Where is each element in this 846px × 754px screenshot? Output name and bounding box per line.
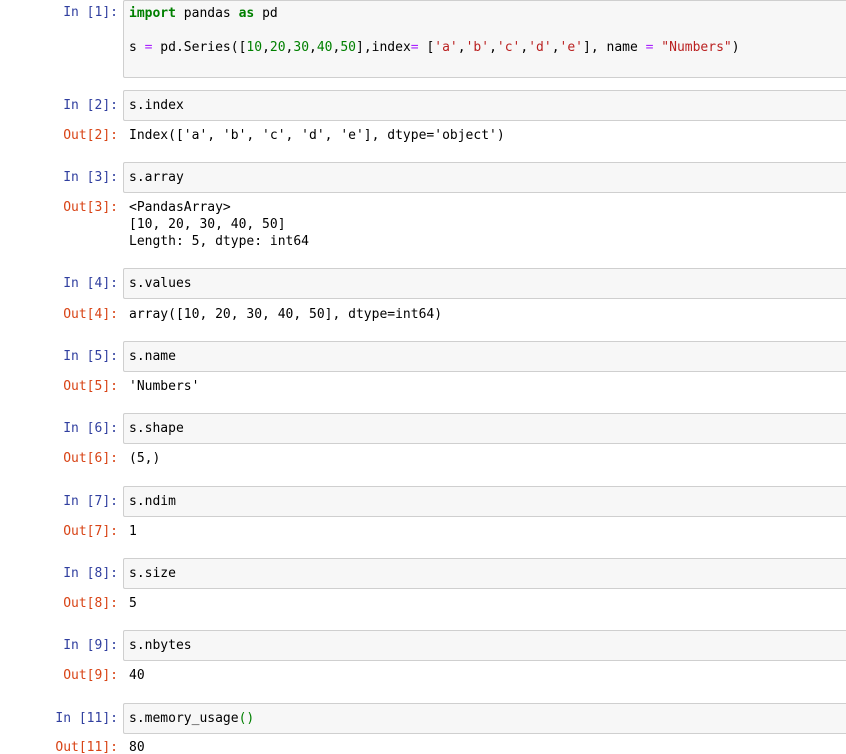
- code-line: s.array: [129, 170, 184, 185]
- code-line: s.ndim: [129, 494, 176, 509]
- code-input[interactable]: s.nbytes: [123, 630, 846, 661]
- input-prompt: In [11]:: [55, 711, 118, 726]
- input-prompt: In [3]:: [63, 170, 118, 185]
- output-text: Index(['a', 'b', 'c', 'd', 'e'], dtype='…: [129, 128, 505, 143]
- output-prompt: Out[11]:: [55, 740, 118, 754]
- output-text: 1: [129, 524, 137, 539]
- output-text: (5,): [129, 451, 161, 466]
- code-line: import pandas as pd: [129, 6, 278, 21]
- input-prompt: In [7]:: [63, 494, 118, 509]
- output-prompt: Out[4]:: [63, 307, 118, 322]
- code-input[interactable]: s.ndim: [123, 486, 846, 517]
- code-input[interactable]: s.name: [123, 341, 846, 372]
- code-input[interactable]: s.shape: [123, 413, 846, 444]
- input-prompt: In [1]:: [63, 5, 118, 20]
- code-input[interactable]: s.values: [123, 268, 846, 299]
- output-prompt: Out[2]:: [63, 128, 118, 143]
- code-line: s.index: [129, 98, 184, 113]
- output-text: 5: [129, 596, 137, 611]
- output-prompt: Out[9]:: [63, 668, 118, 683]
- output-prompt: Out[6]:: [63, 451, 118, 466]
- code-input[interactable]: import pandas as pd s = pd.Series([10,20…: [123, 0, 846, 78]
- input-prompt: In [4]:: [63, 276, 118, 291]
- code-line: s.size: [129, 566, 176, 581]
- input-prompt: In [2]:: [63, 98, 118, 113]
- code-line: s.shape: [129, 421, 184, 436]
- code-line: s = pd.Series([10,20,30,40,50],index= ['…: [129, 40, 740, 55]
- code-line: s.nbytes: [129, 638, 192, 653]
- output-text: 80: [129, 740, 145, 754]
- code-line: s.values: [129, 276, 192, 291]
- input-prompt: In [8]:: [63, 566, 118, 581]
- code-input[interactable]: s.size: [123, 558, 846, 589]
- output-text: <PandasArray> [10, 20, 30, 40, 50] Lengt…: [129, 200, 310, 249]
- input-prompt: In [6]:: [63, 421, 118, 436]
- output-text: 40: [129, 668, 145, 683]
- notebook: In [1]: import pandas as pd s = pd.Serie…: [0, 0, 846, 754]
- output-prompt: Out[7]:: [63, 524, 118, 539]
- output-text: array([10, 20, 30, 40, 50], dtype=int64): [129, 307, 443, 322]
- code-input[interactable]: s.memory_usage(): [123, 703, 846, 734]
- code-line: s.memory_usage(): [129, 711, 255, 726]
- output-prompt: Out[8]:: [63, 596, 118, 611]
- input-prompt: In [9]:: [63, 638, 118, 653]
- code-line: s.name: [129, 349, 176, 364]
- output-prompt: Out[3]:: [63, 200, 118, 215]
- input-prompt: In [5]:: [63, 349, 118, 364]
- code-input[interactable]: s.index: [123, 90, 846, 121]
- code-input[interactable]: s.array: [123, 162, 846, 193]
- output-prompt: Out[5]:: [63, 379, 118, 394]
- output-text: 'Numbers': [129, 379, 200, 394]
